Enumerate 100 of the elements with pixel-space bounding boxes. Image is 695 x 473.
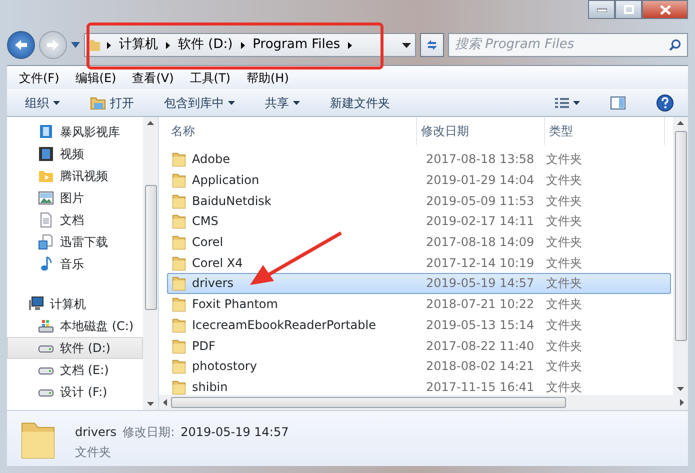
table-cell-text: 文件夹	[546, 192, 583, 210]
scroll-right-icon[interactable]	[680, 399, 684, 406]
caret-icon	[228, 100, 235, 104]
scroll-up-icon[interactable]	[677, 121, 684, 125]
film-library-icon	[38, 124, 54, 140]
sidebar-item[interactable]: 文档	[7, 209, 143, 231]
sidebar-item[interactable]: 计算机	[7, 293, 143, 315]
music-note-icon	[38, 256, 54, 272]
toolbar-button[interactable]: 新建文件夹	[322, 92, 398, 114]
maximize-button[interactable]	[615, 0, 642, 19]
search-icon[interactable]	[669, 39, 681, 51]
sidebar-item[interactable]: 音乐	[7, 253, 143, 275]
file-row[interactable]: PDF 2017-08-22 11:40 文件夹	[167, 335, 671, 356]
toolbar-button[interactable]: 打开	[82, 92, 142, 114]
file-row[interactable]: photostory 2018-08-02 14:21 文件夹	[167, 356, 671, 377]
document-icon	[38, 212, 54, 228]
scroll-down-icon[interactable]	[677, 387, 684, 391]
scroll-left-icon[interactable]	[163, 399, 167, 406]
file-row[interactable]: drivers 2019-05-19 14:57 文件夹	[167, 273, 671, 294]
scrollbar[interactable]	[143, 117, 158, 410]
toolbar-button[interactable]: 组织	[17, 92, 68, 114]
folder-icon	[172, 316, 186, 333]
history-dropdown-icon[interactable]	[71, 42, 80, 48]
sidebar-item[interactable]: 图片	[7, 187, 143, 209]
document-icon	[38, 234, 54, 250]
scrollbar[interactable]	[159, 395, 688, 410]
breadcrumb-link[interactable]: Program Files	[250, 35, 342, 55]
file-row[interactable]: Adobe 2017-08-18 13:58 文件夹	[167, 149, 671, 170]
file-row[interactable]: IcecreamEbookReaderPortable 2019-05-13 15:14 文件夹	[167, 314, 671, 336]
scroll-down-icon[interactable]	[147, 402, 154, 406]
file-row[interactable]: CMS 2019-02-17 14:11 文件夹	[167, 211, 671, 232]
forward-arrow-icon	[46, 39, 60, 51]
file-row[interactable]: Foxit Phantom 2018-07-21 10:22 文件夹	[167, 294, 671, 314]
film-icon	[38, 146, 54, 162]
file-row[interactable]: BaiduNetdisk 2019-05-09 11:53 文件夹	[167, 190, 671, 212]
breadcrumb-link[interactable]: 计算机	[117, 35, 160, 55]
file-row[interactable]: Application 2019-01-29 14:04 文件夹	[167, 170, 671, 190]
play-folder-icon	[38, 168, 54, 184]
list-view-icon	[555, 96, 569, 108]
file-name: Foxit Phantom	[192, 296, 278, 314]
chevron-icon	[240, 42, 245, 48]
item-type: 文件夹	[75, 444, 112, 461]
scrollbar[interactable]	[673, 117, 688, 395]
back-button[interactable]	[7, 31, 35, 59]
menu-item[interactable]: 文件(F)	[11, 66, 68, 88]
refresh-button[interactable]	[420, 33, 444, 57]
toolbar-button[interactable]: 共享	[257, 92, 308, 114]
folder-icon	[172, 213, 186, 230]
table-cell-text: 2017-08-18 13:58	[425, 151, 536, 168]
folder-icon	[172, 234, 186, 250]
toolbar-button[interactable]: 包含到库中	[156, 92, 243, 114]
column-header[interactable]: 修改日期	[417, 117, 545, 145]
sidebar-item[interactable]: 设计 (F:)	[7, 381, 143, 403]
file-name: drivers	[192, 275, 234, 292]
column-header[interactable]: 名称	[167, 117, 417, 145]
property-value: 2019-05-19 14:57	[180, 424, 289, 441]
table-cell-text: 2018-07-21 10:22	[425, 296, 536, 314]
sidebar-item[interactable]: 文档 (E:)	[7, 359, 143, 381]
file-name: IcecreamEbookReaderPortable	[192, 316, 376, 334]
back-arrow-icon	[14, 39, 28, 51]
minimize-button[interactable]	[588, 0, 615, 19]
table-cell-text: 2019-02-17 14:11	[425, 213, 536, 230]
search-field[interactable]: 搜索 Program Files	[448, 33, 688, 57]
sidebar-item[interactable]: 腾讯视频	[7, 165, 143, 187]
scroll-up-icon[interactable]	[147, 121, 154, 125]
folder-icon	[172, 192, 186, 209]
open-folder-icon	[90, 96, 106, 110]
chevron-icon	[107, 42, 111, 48]
caret-icon	[573, 100, 580, 104]
menu-item[interactable]: 编辑(E)	[67, 66, 124, 88]
file-row[interactable]: Corel X4 2017-12-14 10:19 文件夹	[167, 252, 671, 274]
chevron-icon	[166, 42, 170, 48]
breadcrumb-link[interactable]: 软件 (D:)	[176, 35, 235, 55]
table-cell-text: 文件夹	[546, 378, 583, 396]
caret-icon	[53, 100, 60, 104]
table-cell-text: 文件夹	[546, 172, 583, 190]
table-cell-text: 2017-12-14 10:19	[425, 254, 536, 272]
menu-item[interactable]: 工具(T)	[182, 66, 238, 88]
file-row[interactable]: Corel 2017-08-18 14:09 文件夹	[167, 232, 671, 252]
sidebar-item[interactable]: 暴风影视库	[7, 121, 143, 143]
table-cell-text: 2018-08-02 14:21	[425, 358, 536, 376]
dropdown-icon[interactable]	[402, 42, 411, 48]
close-button[interactable]	[642, 0, 688, 19]
menu-item[interactable]: 帮助(H)	[238, 66, 297, 88]
file-name: PDF	[192, 338, 216, 355]
sidebar-item[interactable]: 视频	[7, 143, 143, 165]
file-name: Application	[192, 172, 260, 190]
menu-item[interactable]: 查看(V)	[124, 66, 182, 88]
sidebar-item[interactable]: 软件 (D:)	[7, 337, 143, 359]
folder-icon	[172, 358, 186, 374]
file-row[interactable]: shibin 2017-11-15 16:41 文件夹	[167, 376, 671, 398]
folder-icon	[172, 254, 186, 271]
sidebar-item[interactable]: 迅雷下载	[7, 231, 143, 253]
table-cell-text: 2019-05-19 14:57	[425, 275, 536, 292]
file-name: photostory	[192, 358, 257, 376]
address-bar[interactable]: 计算机 软件 (D:) Program Files	[84, 33, 416, 57]
folder-icon	[172, 378, 186, 395]
folder-icon	[172, 151, 186, 168]
sidebar-item[interactable]: 本地磁盘 (C:)	[7, 315, 143, 337]
column-header[interactable]: 类型	[545, 117, 665, 145]
